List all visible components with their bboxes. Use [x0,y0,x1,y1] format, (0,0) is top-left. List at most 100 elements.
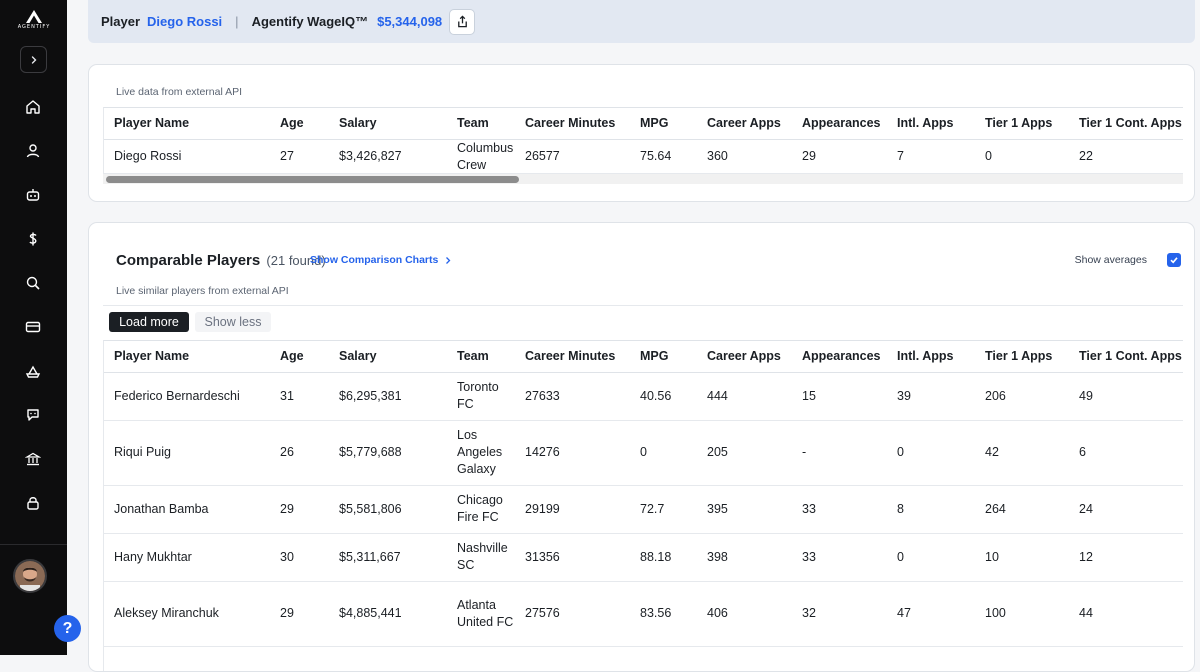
show-less-button[interactable]: Show less [195,312,271,332]
separator: | [235,14,239,29]
nav-security[interactable] [22,492,44,514]
share-icon [457,15,467,28]
table-cell: 42 [975,420,1069,486]
table-cell: 26577 [515,139,630,173]
table-row[interactable]: Hany Mukhtar 30 $5,311,667 Nashville SC 3135… [104,533,1183,582]
divider [103,305,1183,306]
agentify-logo[interactable]: AGENTIFY [13,10,55,36]
avatar[interactable] [13,559,47,593]
player-summary-bar: Player Diego Rossi | Agentify WageIQ™ $5… [88,0,1195,43]
comparable-table-scroll[interactable]: Player Name Age Salary Team Career Minutes MP… [103,340,1183,671]
column-header[interactable]: Team [447,341,515,373]
nav-home[interactable] [22,96,44,118]
table-row[interactable]: Federico Bernardeschi 31 $6,295,381 Toronto… [104,372,1183,421]
column-header[interactable]: Salary [329,341,447,373]
table-cell: 15 [792,372,887,421]
wageiq-value: $5,344,098 [377,14,443,29]
chat-icon [27,409,39,421]
table-cell: 6 [1069,420,1183,486]
table-cell: Nashville SC [447,533,515,582]
table-cell: 398 [697,533,792,582]
column-header[interactable]: Tier 1 Cont. Apps [1069,108,1183,140]
show-averages-checkbox[interactable] [1167,253,1181,267]
help-button[interactable]: ? [54,615,81,642]
nav-payments[interactable] [22,316,44,338]
table-cell: Los Angeles Galaxy [447,420,515,486]
table-row[interactable]: Aleksey Miranchuk 29 $4,885,441 Atlanta Uni… [104,581,1183,647]
column-header[interactable]: Tier 1 Apps [975,108,1069,140]
load-more-button[interactable]: Load more [109,312,189,332]
column-header[interactable]: Career Minutes [515,108,630,140]
player-name-link[interactable]: Diego Rossi [147,14,222,29]
player-table-scroll[interactable]: Player Name Age Salary Team Career Minutes MP… [103,107,1183,173]
nav-user[interactable] [22,140,44,162]
nav-search[interactable] [22,272,44,294]
table-cell: 444 [697,372,792,421]
column-header[interactable]: Appearances [792,341,887,373]
table-row[interactable]: Jonathan Bamba 29 $5,581,806 Chicago Fire F… [104,485,1183,534]
table-cell: 205 [697,420,792,486]
logo-text: AGENTIFY [17,24,51,30]
player-name-cell: Riqui Puig [104,420,270,486]
table-cell: 72.7 [630,485,697,534]
player-name-cell: Federico Bernardeschi [104,372,270,421]
show-comparison-charts-link[interactable]: Show Comparison Charts [310,254,452,266]
agentify-logo-mark [26,10,42,23]
table-cell: 0 [887,533,975,582]
column-header[interactable]: Age [270,108,329,140]
nav-robot[interactable] [22,184,44,206]
column-header[interactable]: MPG [630,341,697,373]
table-cell: 27576 [515,581,630,647]
column-header[interactable]: Age [270,341,329,373]
table-cell: 33 [792,533,887,582]
column-header[interactable]: Salary [329,108,447,140]
table-cell: 32 [792,581,887,647]
column-header[interactable]: Tier 1 Cont. Apps [1069,341,1183,373]
card-icon [25,321,41,333]
table-cell: 26 [270,420,329,486]
column-header[interactable]: Intl. Apps [887,108,975,140]
table-cell: 395 [697,485,792,534]
table-cell: 0 [975,139,1069,173]
nav-bank[interactable] [22,448,44,470]
column-header[interactable]: Tier 1 Apps [975,341,1069,373]
player-row: Diego Rossi 27 $3,426,827 Columbus Crew 2657… [104,139,1183,173]
table-cell: 12 [1069,533,1183,582]
column-header[interactable]: Intl. Apps [887,341,975,373]
nav-chat[interactable] [22,404,44,426]
home-icon [26,100,40,114]
player-header-row: Player Name Age Salary Team Career Minutes MP… [104,108,1183,140]
table-cell: 29199 [515,485,630,534]
column-header[interactable]: MPG [630,108,697,140]
table-cell: Atlanta United FC [447,581,515,647]
column-header[interactable]: Career Apps [697,108,792,140]
column-header[interactable]: Player Name [104,341,270,373]
table-cell: Chicago Fire FC [447,485,515,534]
column-header[interactable]: Career Apps [697,341,792,373]
table-cell: 30 [270,533,329,582]
table-row[interactable]: Riqui Puig 26 $5,779,688 Los Angeles Galaxy… [104,420,1183,486]
share-button[interactable] [449,8,476,35]
ship-icon [25,365,41,378]
player-stats-card: Live data from external API Player Name A… [88,64,1195,202]
horizontal-scrollbar[interactable] [103,173,1183,184]
player-name-cell: Diego Rossi [104,139,270,173]
column-header[interactable]: Team [447,108,515,140]
show-averages-label: Show averages [1074,254,1147,266]
comparable-title-text: Comparable Players [116,252,261,269]
nav-salary[interactable] [22,228,44,250]
dollar-icon [29,232,37,246]
table-cell: 206 [975,372,1069,421]
expand-sidebar-button[interactable] [20,46,47,73]
comparable-players-card: Comparable Players (21 found) Show Compa… [88,222,1195,672]
column-header[interactable]: Appearances [792,108,887,140]
chevron-right-icon [446,256,451,264]
table-cell: 264 [975,485,1069,534]
nav-ship[interactable] [22,360,44,382]
scrollbar-thumb[interactable] [106,176,519,183]
column-header[interactable]: Career Minutes [515,341,630,373]
column-header[interactable]: Player Name [104,108,270,140]
avatar-image [15,561,45,591]
player-name-cell: Aleksey Miranchuk [104,581,270,647]
table-cell: $5,311,667 [329,533,447,582]
